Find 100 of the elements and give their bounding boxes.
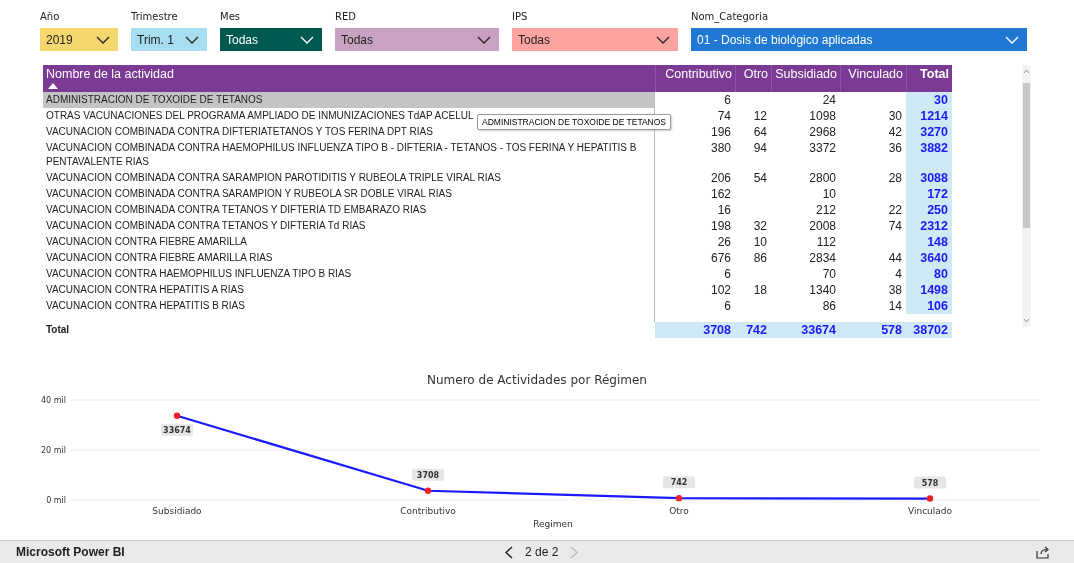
table-cell: VACUNACION COMBINADA CONTRA TETANOS Y DIFTERIA Td RIAS: [46, 220, 366, 231]
chevron-down-icon: [656, 35, 670, 44]
table-cell: 24: [822, 93, 836, 107]
filter-label: Nom_Categoria: [691, 11, 768, 22]
table-cell: 86: [753, 251, 767, 265]
table-row[interactable]: VACUNACION CONTRA FIEBRE AMARILLA 26 10 112 148: [43, 234, 952, 250]
table-cell: 42: [888, 125, 902, 139]
table-cell: 102: [710, 283, 731, 297]
table-cell: 14: [888, 299, 902, 313]
filter-label: Año: [40, 11, 60, 22]
table-row[interactable]: VACUNACION COMBINADA CONTRA TETANOS Y DIFTERIA Td RIAS 198 32 2008 74 2312: [43, 218, 952, 234]
table-row[interactable]: VACUNACION COMBINADA CONTRA SARAMPION PAROTIDITIS Y RUBEOLA TRIPLE VIRAL RIAS 206 54 2800 28 3088: [43, 170, 952, 186]
filter-dropdown[interactable]: Todas: [335, 28, 499, 51]
table-cell: 26: [717, 235, 731, 249]
sort-ascending-icon: [48, 83, 58, 89]
x-tick-label: Otro: [669, 506, 689, 516]
filter-dropdown[interactable]: Trim. 1: [131, 28, 207, 51]
table-cell: 86: [822, 299, 836, 313]
table-cell: 94: [753, 141, 767, 155]
table-cell: 1498: [920, 283, 948, 297]
data-point: [926, 495, 934, 502]
scrollbar-thumb[interactable]: [1023, 83, 1030, 228]
table-cell: 380: [710, 141, 731, 155]
table-cell: VACUNACION CONTRA FIEBRE AMARILLA: [46, 236, 247, 247]
table-cell: 1340: [809, 283, 836, 297]
share-icon[interactable]: [1036, 545, 1050, 559]
app-name: Microsoft Power BI: [16, 545, 125, 559]
chevron-down-icon: [1005, 35, 1019, 44]
total-cell: 33674: [801, 323, 836, 337]
scroll-down-icon[interactable]: [1023, 318, 1030, 323]
table-cell: 162: [710, 187, 731, 201]
table-cell: 44: [888, 251, 902, 265]
table-cell: VACUNACION COMBINADA CONTRA HAEMOPHILUS INFLUENZA TIPO B - DIFTERIA - TETANOS - TOS FERINA Y HEPATITIS B PENTAVALENTE RIAS: [46, 142, 637, 167]
scrollbar[interactable]: [1022, 65, 1031, 327]
next-page-icon[interactable]: [570, 545, 579, 559]
table-cell: 80: [934, 267, 948, 281]
table-cell: 6: [724, 267, 731, 281]
table-cell: 6: [724, 299, 731, 313]
table-cell: 22: [888, 203, 902, 217]
chevron-down-icon: [300, 35, 314, 44]
filter-dropdown[interactable]: 2019: [40, 28, 118, 51]
table-cell: 16: [717, 203, 731, 217]
table-cell: 148: [927, 235, 948, 249]
table-row[interactable]: VACUNACION CONTRA FIEBRE AMARILLA RIAS 676 86 2834 44 3640: [43, 250, 952, 266]
data-point: [675, 494, 683, 502]
table-row[interactable]: VACUNACION COMBINADA CONTRA SARAMPION Y RUBEOLA SR DOBLE VIRAL RIAS 162 10 172: [43, 186, 952, 202]
table-cell: OTRAS VACUNACIONES DEL PROGRAMA AMPLIADO DE INMUNIZACIONES TdAP ACELUL: [46, 110, 474, 121]
table-cell: 212: [815, 203, 836, 217]
x-axis-title: Regimen: [533, 519, 573, 529]
tooltip: ADMINISTRACION DE TOXOIDE DE TETANOS: [477, 114, 672, 130]
data-point: [424, 487, 432, 494]
table-cell: 38: [888, 283, 902, 297]
total-cell: 38702: [913, 323, 948, 337]
table-cell: 36: [888, 141, 902, 155]
data-label: 33674: [161, 423, 193, 436]
table-cell: 74: [888, 219, 902, 233]
table-cell: 3270: [920, 125, 948, 139]
filter-dropdown[interactable]: Todas: [220, 28, 322, 51]
total-cell: 3708: [703, 323, 731, 337]
y-tick-label: 20 mil: [41, 446, 66, 455]
table-cell: 196: [710, 125, 731, 139]
filter-dropdown[interactable]: Todas: [512, 28, 678, 51]
table-cell: 250: [927, 203, 948, 217]
table-cell: VACUNACION COMBINADA CONTRA TETANOS Y DIFTERIA TD EMBARAZO RIAS: [46, 204, 427, 215]
filter-dropdown[interactable]: 01 - Dosis de biológico aplicadas: [691, 28, 1027, 51]
scroll-up-icon[interactable]: [1023, 69, 1030, 74]
table-row[interactable]: VACUNACION CONTRA HEPATITIS B RIAS 6 86 14 106: [43, 298, 952, 314]
table-cell: 1098: [809, 109, 836, 123]
filter-label: IPS: [512, 11, 528, 22]
table-cell: VACUNACION CONTRA HEPATITIS B RIAS: [46, 300, 245, 311]
table-cell: 28: [888, 171, 902, 185]
column-header[interactable]: Otro: [735, 65, 771, 92]
table-cell: VACUNACION CONTRA HEPATITIS A RIAS: [46, 284, 244, 295]
chevron-down-icon: [477, 35, 491, 44]
previous-page-icon[interactable]: [505, 545, 513, 559]
data-point: [173, 412, 181, 419]
table-cell: 32: [753, 219, 767, 233]
table-cell: VACUNACION COMBINADA CONTRA SARAMPION PAROTIDITIS Y RUBEOLA TRIPLE VIRAL RIAS: [46, 172, 501, 183]
table-cell: VACUNACION COMBINADA CONTRA DIFTERIATETANOS Y TOS FERINA DPT RIAS: [46, 126, 433, 137]
filter-label: Trimestre: [131, 11, 178, 22]
table-row[interactable]: VACUNACION COMBINADA CONTRA TETANOS Y DIFTERIA TD EMBARAZO RIAS 16 212 22 250: [43, 202, 952, 218]
table-row[interactable]: VACUNACION CONTRA HEPATITIS A RIAS 102 18 1340 38 1498: [43, 282, 952, 298]
table-row[interactable]: VACUNACION CONTRA HAEMOPHILUS INFLUENZA TIPO B RIAS 6 70 4 80: [43, 266, 952, 282]
table-cell: 206: [710, 171, 731, 185]
chart-title: Numero de Actividades por Régimen: [427, 373, 647, 387]
column-header[interactable]: Nombre de la actividad: [43, 65, 655, 92]
table-cell: 10: [822, 187, 836, 201]
table-row[interactable]: VACUNACION COMBINADA CONTRA HAEMOPHILUS INFLUENZA TIPO B - DIFTERIA - TETANOS - TOS FERINA Y HEPATITIS B PENTAVALENTE RIAS 380 94 3372 36 3882: [43, 140, 952, 170]
table-cell: 112: [816, 235, 836, 249]
column-header[interactable]: Vinculado: [840, 65, 906, 92]
table-cell: VACUNACION CONTRA FIEBRE AMARILLA RIAS: [46, 252, 273, 263]
x-tick-label: Subsidiado: [152, 506, 202, 516]
table-cell: 18: [753, 283, 767, 297]
table-cell: 106: [927, 299, 948, 313]
table-cell: 30: [888, 109, 902, 123]
table-cell: 74: [717, 109, 731, 123]
column-header[interactable]: Subsidiado: [771, 65, 840, 92]
table-cell: 2312: [920, 219, 948, 233]
table-cell: 10: [753, 235, 767, 249]
column-header[interactable]: Contributivo: [655, 65, 735, 92]
